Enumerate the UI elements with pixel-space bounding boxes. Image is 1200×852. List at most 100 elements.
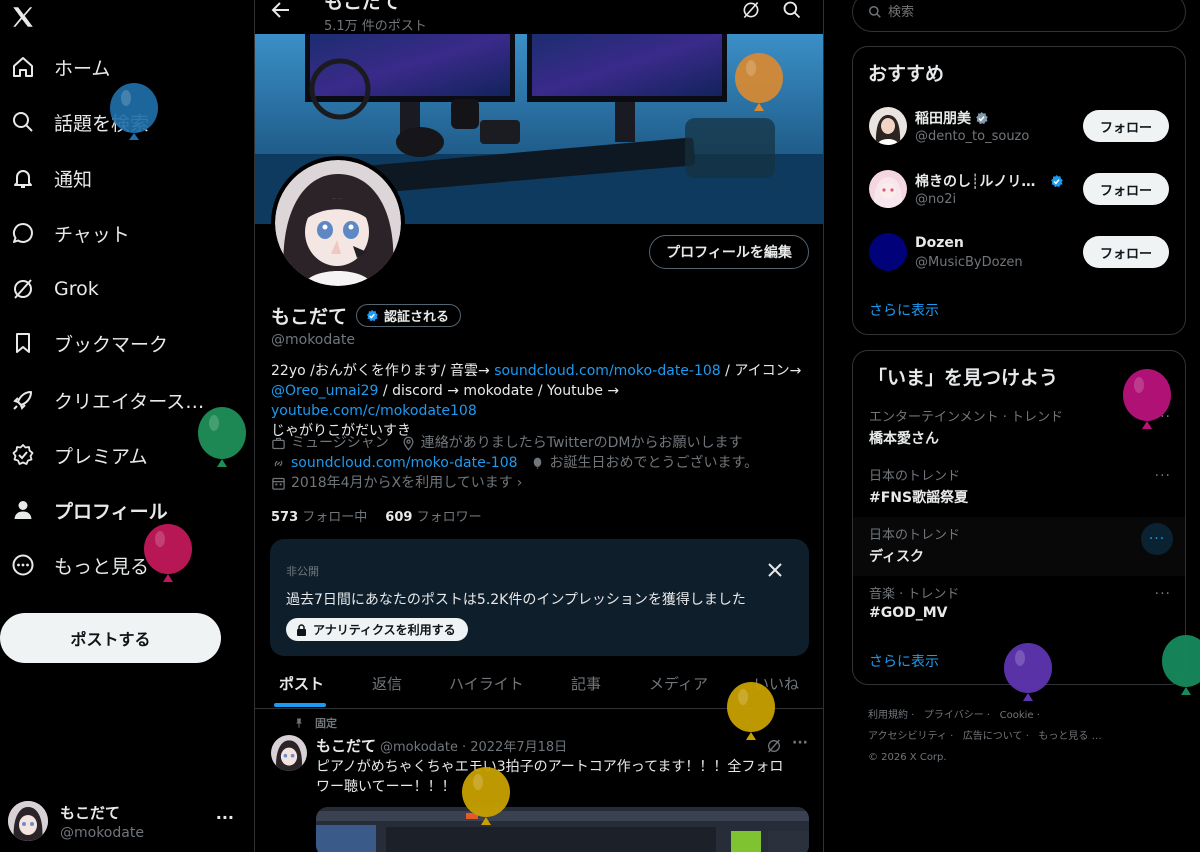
post-text: ピアノがめちゃくちゃエモい3拍子のアートコア作ってます！！！全フォロ ワー聴いて…	[316, 757, 811, 797]
suggested-user[interactable]: 棉きのし┊ルノリ… @no2i フォロー	[853, 168, 1185, 212]
bio-link-youtube[interactable]: youtube.com/c/mokodate108	[271, 403, 477, 419]
tab-replies[interactable]: 返信	[372, 658, 402, 708]
footer-link[interactable]: アクセシビリティ	[868, 731, 947, 742]
bio-link-mention[interactable]: @Oreo_umai29	[271, 383, 378, 399]
search-box[interactable]	[852, 0, 1186, 32]
nav-creator-studio-label: クリエイタース…	[54, 390, 205, 413]
nav-creator-studio[interactable]: クリエイタース…	[0, 374, 204, 426]
suggested-user-name: Dozen	[915, 235, 964, 251]
post-button[interactable]: ポストする	[0, 613, 221, 663]
nav-chat-label: チャット	[54, 223, 130, 246]
follow-button[interactable]: フォロー	[1083, 236, 1169, 268]
following-link[interactable]: 573 フォロー中	[271, 506, 367, 525]
follow-button[interactable]: フォロー	[1083, 173, 1169, 205]
balloon-decoration-icon	[110, 83, 158, 140]
search-box-icon	[869, 6, 881, 18]
header-title: もこだて	[324, 0, 401, 13]
link-icon	[274, 460, 283, 466]
tab-articles[interactable]: 記事	[571, 658, 601, 708]
person-icon	[10, 497, 36, 523]
who-to-follow-show-more[interactable]: さらに表示	[869, 300, 939, 320]
balloon-decoration-icon	[198, 407, 246, 467]
briefcase-icon	[272, 437, 285, 449]
back-arrow-icon[interactable]	[271, 0, 299, 22]
suggested-user-name-row: 棉きのし┊ルノリ…	[915, 171, 1064, 191]
post-author-handle[interactable]: @mokodate	[380, 740, 458, 755]
suggested-user[interactable]: Dozen @MusicByDozen フォロー	[853, 231, 1185, 275]
nav-home[interactable]: ホーム	[0, 41, 110, 93]
post-media-image[interactable]	[316, 807, 809, 852]
pinned-label: 固定	[315, 717, 337, 730]
profile-category: ミュージシャン	[291, 435, 389, 451]
profile-avatar[interactable]	[271, 156, 405, 290]
account-menu-icon[interactable]: ···	[216, 808, 234, 827]
lock-icon	[297, 623, 306, 636]
post-more-icon[interactable]: ···	[792, 735, 808, 751]
profile-website-link[interactable]: soundcloud.com/moko-date-108	[291, 453, 518, 473]
suggested-user-avatar	[869, 170, 907, 208]
analytics-button[interactable]: アナリティクスを利用する	[286, 618, 468, 641]
trend-item[interactable]: 日本のトレンド ディスク ···	[853, 517, 1185, 576]
tab-highlights-label: ハイライト	[449, 674, 524, 693]
grok-header-icon[interactable]	[741, 0, 761, 20]
suggested-user-avatar	[869, 107, 907, 145]
footer-link[interactable]: 利用規約	[868, 710, 908, 721]
tab-posts-label: ポスト	[279, 674, 325, 693]
search-input[interactable]	[888, 4, 1168, 20]
trend-item[interactable]: 日本のトレンド #FNS歌謡祭夏 ···	[853, 458, 1185, 517]
analytics-button-label: アナリティクスを利用する	[313, 623, 456, 637]
follow-button[interactable]: フォロー	[1083, 110, 1169, 142]
followers-label: フォロワー	[416, 510, 482, 525]
trend-more-icon[interactable]: ···	[1155, 586, 1171, 602]
footer-link[interactable]: 広告について	[963, 731, 1023, 742]
header-post-count: 5.1万 件のポスト	[324, 19, 427, 34]
tab-highlights[interactable]: ハイライト	[449, 658, 524, 708]
footer-link[interactable]: もっと見る …	[1038, 731, 1101, 742]
edit-profile-button[interactable]: プロフィールを編集	[649, 235, 809, 269]
profile-search-icon[interactable]	[782, 0, 802, 20]
trends-show-more[interactable]: さらに表示	[869, 651, 939, 671]
account-switcher[interactable]: もこだて @mokodate ···	[8, 796, 244, 846]
bookmark-icon	[10, 330, 36, 356]
balloon-decoration-icon	[144, 524, 192, 582]
post-author-name[interactable]: もこだて	[316, 735, 376, 756]
post-date[interactable]: · 2022年7月18日	[462, 736, 567, 755]
nav-notifications-label: 通知	[54, 168, 93, 191]
profile-bio: 22yo /おんがくを作ります/ 音雲→ soundcloud.com/moko…	[271, 361, 811, 441]
footer-link[interactable]: プライバシー	[924, 710, 984, 721]
get-verified-button[interactable]: 認証される	[356, 304, 462, 327]
account-avatar	[8, 801, 48, 841]
suggested-user-avatar	[869, 233, 907, 271]
trend-item[interactable]: 音楽 · トレンド #GOD_MV ···	[853, 576, 1185, 635]
home-icon	[10, 54, 36, 80]
nav-grok[interactable]: Grok	[0, 263, 99, 315]
nav-notifications[interactable]: 通知	[0, 152, 92, 204]
bell-icon	[10, 165, 36, 191]
x-logo-icon[interactable]	[10, 4, 36, 30]
nav-bookmarks[interactable]: ブックマーク	[0, 317, 168, 369]
analytics-card: 非公開 過去7日間にあなたのポストは5.2K件のインプレッションを獲得しました …	[270, 539, 809, 656]
tab-media[interactable]: メディア	[649, 658, 708, 708]
nav-chat[interactable]: チャット	[0, 207, 130, 259]
suggested-user-name: 稲田朋美	[915, 111, 971, 127]
nav-premium[interactable]: プレミアム	[0, 429, 148, 481]
suggested-user[interactable]: 稲田朋美 @dento_to_souzo フォロー	[853, 105, 1185, 149]
footer-link[interactable]: Cookie	[1000, 710, 1034, 721]
bio-link-soundcloud[interactable]: soundcloud.com/moko-date-108	[494, 363, 721, 379]
tab-media-label: メディア	[649, 674, 708, 693]
profile-joined: 2018年4月からXを利用しています	[291, 475, 513, 491]
more-circle-icon	[10, 552, 36, 578]
post-author-avatar[interactable]	[271, 735, 307, 771]
who-to-follow-panel: おすすめ 稲田朋美 @dento_to_souzo フォロー 棉きのし┊ルノリ……	[852, 46, 1186, 335]
followers-link[interactable]: 609 フォロワー	[385, 506, 481, 525]
pin-icon	[296, 718, 302, 728]
bio-text-3: / discord → mokodate / Youtube →	[378, 383, 620, 399]
trend-title: #FNS歌謡祭夏	[869, 490, 969, 506]
trend-more-icon[interactable]: ···	[1155, 468, 1171, 484]
tab-posts[interactable]: ポスト	[279, 658, 324, 708]
close-icon[interactable]	[768, 563, 782, 577]
trend-more-icon[interactable]: ···	[1141, 523, 1173, 555]
rocket-icon	[10, 387, 36, 413]
chevron-right-icon[interactable]: ›	[517, 473, 523, 493]
nav-more[interactable]: もっと見る	[0, 539, 149, 591]
